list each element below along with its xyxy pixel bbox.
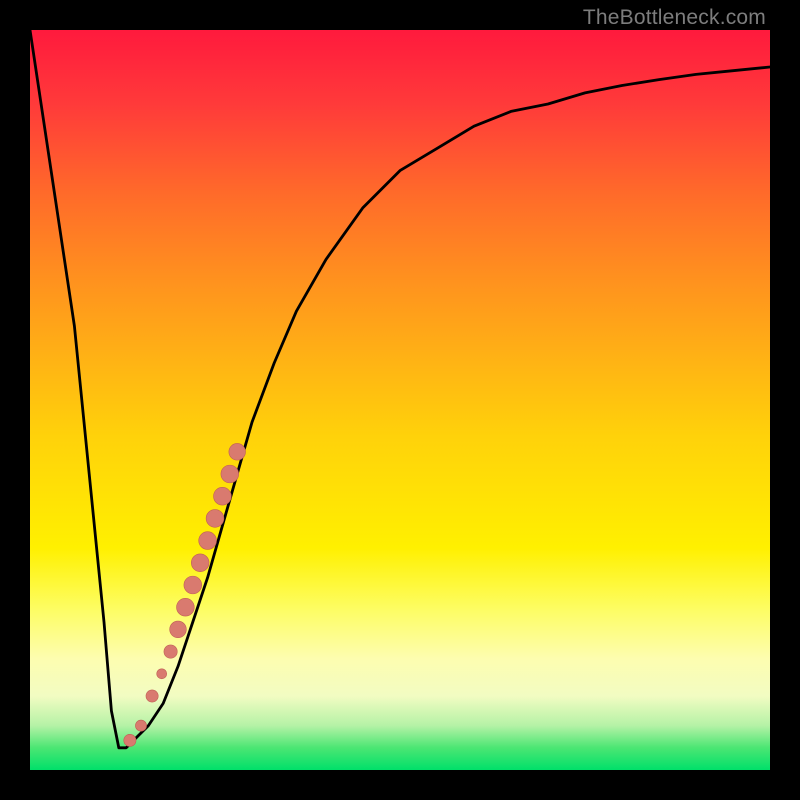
data-marker (135, 720, 146, 731)
data-marker (214, 487, 232, 505)
chart-svg (30, 30, 770, 770)
data-marker (221, 465, 239, 483)
data-marker (177, 598, 195, 616)
data-marker (157, 669, 167, 679)
data-marker (229, 443, 246, 460)
attribution-label: TheBottleneck.com (583, 6, 766, 30)
data-marker (191, 554, 209, 572)
data-marker (170, 621, 187, 638)
data-marker (184, 576, 202, 594)
curve-path (30, 30, 770, 748)
curve-line (30, 30, 770, 748)
data-marker (206, 510, 224, 528)
data-marker (199, 532, 217, 550)
plot-area (30, 30, 770, 770)
chart-frame: TheBottleneck.com (0, 0, 800, 800)
data-marker (146, 690, 158, 702)
data-marker (124, 734, 136, 746)
data-markers (124, 443, 246, 746)
data-marker (164, 645, 177, 658)
